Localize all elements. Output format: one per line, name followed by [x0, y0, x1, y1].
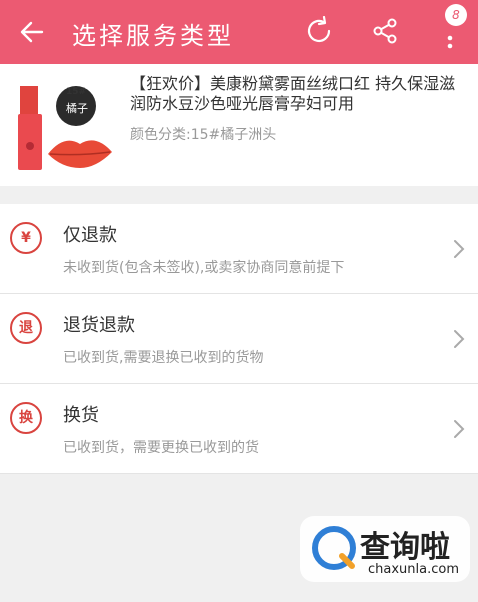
option-description: 未收到货(包含未签收),或卖家协商同意前提下 — [63, 260, 345, 276]
option-refund-only[interactable]: ¥ 仅退款 未收到货(包含未签收),或卖家协商同意前提下 — [0, 204, 478, 294]
option-return-refund[interactable]: 退 退货退款 已收到货,需要退换已收到的货物 — [0, 294, 478, 384]
chevron-right-icon — [454, 330, 465, 348]
share-icon[interactable] — [370, 16, 400, 46]
back-arrow-icon[interactable] — [18, 18, 46, 46]
product-title: 【狂欢价】美康粉黛雾面丝绒口红 持久保湿滋润防水豆沙色哑光唇膏孕妇可用 — [130, 74, 456, 113]
exchange-icon: 换 — [10, 402, 42, 434]
product-card: 15# 橘子 【狂欢价】美康粉黛雾面丝绒口红 持久保湿滋润防水豆沙色哑光唇膏孕妇… — [0, 64, 478, 186]
option-description: 已收到货，需要更换已收到的货 — [63, 440, 259, 456]
page-title: 选择服务类型 — [72, 22, 234, 50]
product-variant: 颜色分类:15#橘子洲头 — [130, 127, 277, 143]
thumb-shade-label: 15# — [66, 87, 86, 97]
chevron-right-icon — [454, 240, 465, 258]
watermark-text: 查询啦 — [360, 530, 450, 565]
option-title: 退货退款 — [63, 315, 135, 336]
option-exchange[interactable]: 换 换货 已收到货，需要更换已收到的货 — [0, 384, 478, 474]
chevron-right-icon — [454, 420, 465, 438]
return-icon: 退 — [10, 312, 42, 344]
watermark-logo-icon — [312, 526, 356, 570]
option-title: 仅退款 — [63, 225, 117, 246]
option-description: 已收到货,需要退换已收到的货物 — [63, 350, 264, 366]
thumb-shade-text: 橘子 — [66, 102, 88, 115]
product-thumbnail: 15# 橘子 — [16, 72, 112, 176]
top-app-bar: 选择服务类型 8 — [0, 0, 478, 64]
option-title: 换货 — [63, 405, 99, 426]
refresh-icon[interactable] — [304, 16, 334, 46]
notification-badge: 8 — [445, 4, 467, 26]
service-options: ¥ 仅退款 未收到货(包含未签收),或卖家协商同意前提下 退 退货退款 已收到货… — [0, 204, 478, 474]
watermark: 查询啦 chaxunla.com — [300, 516, 470, 582]
watermark-url: chaxunla.com — [368, 562, 459, 577]
refund-icon: ¥ — [10, 222, 42, 254]
